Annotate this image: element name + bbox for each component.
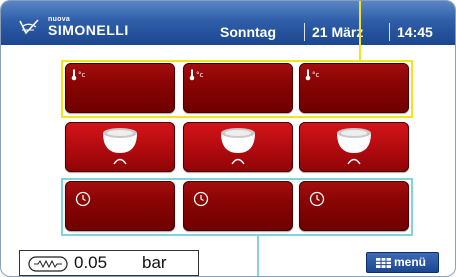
header-divider (389, 23, 390, 41)
thermometer-icon: °c (189, 69, 204, 81)
clock-icon (75, 191, 91, 207)
temp-callout-line (359, 1, 361, 61)
grid-menu-icon (376, 258, 391, 268)
day-label: Sonntag (220, 24, 276, 40)
pressure-status: 0.05 bar (19, 250, 199, 276)
coffee-cup-icon (221, 128, 255, 165)
group-2-temperature-button[interactable]: °c (183, 63, 293, 113)
thermometer-icon: °c (305, 69, 320, 81)
group-2-timer-button[interactable] (183, 181, 293, 231)
timer-callout-line (257, 234, 259, 276)
group-3-temperature-button[interactable]: °c (299, 63, 409, 113)
thermometer-icon: °c (71, 69, 86, 81)
group-1-timer-button[interactable] (65, 181, 175, 231)
menu-button[interactable]: menü (366, 252, 439, 273)
time-label: 14:45 (397, 24, 433, 40)
clock-icon (309, 191, 325, 207)
menu-label: menü (394, 255, 427, 269)
date-label: 21 März (312, 24, 364, 40)
boiler-pressure-icon (28, 256, 68, 272)
svg-text:°c: °c (312, 71, 320, 79)
simonelli-logo-icon (19, 19, 39, 35)
header-divider (304, 23, 305, 41)
group-2-brew-button[interactable] (183, 122, 293, 172)
coffee-cup-icon (337, 128, 371, 165)
coffee-cup-icon (103, 128, 137, 165)
group-3-timer-button[interactable] (299, 181, 409, 231)
pressure-value: 0.05 (74, 253, 108, 272)
group-1-brew-button[interactable] (65, 122, 175, 172)
group-1-temperature-button[interactable]: °c (65, 63, 175, 113)
svg-text:°c: °c (78, 71, 86, 79)
header-bar: nuova SIMONELLI Sonntag 21 März 14:45 (1, 1, 455, 45)
display-screen: nuova SIMONELLI Sonntag 21 März 14:45 °c… (0, 0, 456, 277)
brand-name: SIMONELLI (48, 22, 129, 38)
pressure-unit: bar (142, 253, 167, 272)
group-3-brew-button[interactable] (299, 122, 409, 172)
svg-text:°c: °c (196, 71, 204, 79)
clock-icon (193, 191, 209, 207)
